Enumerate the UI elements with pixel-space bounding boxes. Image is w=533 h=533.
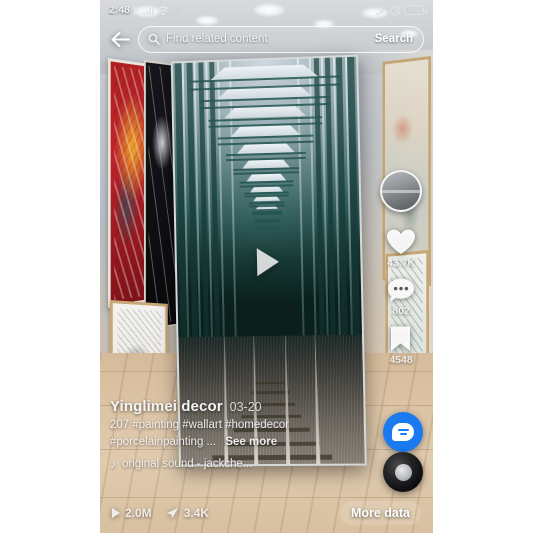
music-disc-icon[interactable]: [383, 452, 423, 492]
play-count-stat: 2.0M: [112, 506, 152, 520]
search-header: Find related content Search: [100, 22, 433, 56]
bookmark-icon: [389, 325, 412, 353]
battery-icon: [404, 5, 424, 15]
wifi-icon: [157, 6, 169, 15]
bookmark-count: 4548: [389, 354, 412, 366]
search-placeholder-text: Find related content: [166, 33, 369, 45]
caption-description: 207 #painting #wallart #homedecor #porce…: [110, 417, 360, 452]
search-icon: [148, 33, 160, 45]
signal-bars-icon: [143, 6, 154, 15]
search-button[interactable]: Search: [375, 33, 413, 45]
share-arrow-icon: [166, 507, 179, 519]
vibrate-icon: [172, 6, 182, 15]
caption-header: Yinglimei decor 03-20: [110, 398, 360, 415]
more-data-button[interactable]: More data: [340, 501, 421, 525]
play-icon: [112, 508, 120, 518]
bottom-stats-bar: 2.0M 3.4K More data: [100, 493, 433, 533]
see-more-button[interactable]: See more: [225, 436, 277, 448]
mute-icon: [133, 6, 140, 15]
comment-count: 802: [392, 305, 410, 317]
comment-button[interactable]: 802: [387, 277, 415, 317]
play-count: 2.0M: [125, 506, 152, 520]
status-bar: 2:48: [100, 0, 433, 20]
alarm-icon: [390, 5, 401, 16]
heart-icon: [386, 228, 416, 256]
play-icon[interactable]: [257, 248, 280, 276]
music-row[interactable]: ♪ original sound - jackche...: [110, 457, 360, 471]
music-note-icon: ♪: [110, 457, 116, 471]
app-screen: 2:48 Find related content Search 43.7K 8…: [0, 0, 533, 533]
post-date: 03-20: [230, 400, 262, 414]
share-count-stat: 3.4K: [166, 506, 209, 520]
comment-icon: [387, 277, 415, 304]
phone-viewport: 2:48 Find related content Search 43.7K 8…: [100, 0, 433, 533]
cast-icon: [376, 6, 387, 15]
share-count: 3.4K: [184, 506, 209, 520]
bookmark-button[interactable]: 4548: [389, 325, 412, 366]
like-count: 43.7K: [387, 257, 415, 269]
back-arrow-icon[interactable]: [109, 28, 131, 50]
action-rail: 43.7K 802 4548: [375, 170, 427, 366]
like-button[interactable]: 43.7K: [386, 228, 416, 269]
chat-bubble-icon[interactable]: [383, 412, 423, 452]
creator-avatar[interactable]: [380, 170, 422, 212]
music-title: original sound - jackche...: [122, 458, 252, 470]
creator-username[interactable]: Yinglimei decor: [110, 398, 223, 415]
status-time: 2:48: [109, 4, 130, 16]
search-input[interactable]: Find related content Search: [138, 26, 424, 53]
caption-block: Yinglimei decor 03-20 207 #painting #wal…: [110, 398, 360, 472]
